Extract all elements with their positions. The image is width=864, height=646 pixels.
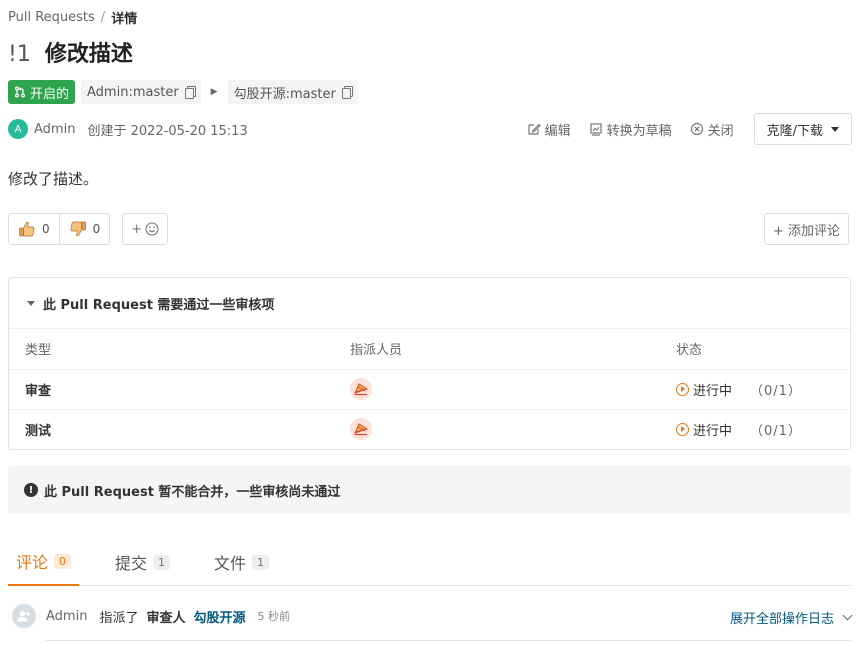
tab-count: 0 bbox=[54, 553, 72, 569]
reaction-group: 0 0 bbox=[8, 213, 111, 245]
pr-title: 修改描述 bbox=[44, 42, 133, 67]
pull-request-icon bbox=[15, 86, 25, 98]
timeline-target[interactable]: 勾股开源 bbox=[193, 607, 245, 626]
reactions: 0 0 + bbox=[8, 213, 169, 245]
pr-number: !1 bbox=[8, 42, 31, 67]
breadcrumb-separator: / bbox=[100, 10, 106, 25]
thumbs-up-count: 0 bbox=[42, 222, 50, 236]
tab-comments[interactable]: 评论 0 bbox=[8, 538, 80, 586]
review-status: 进行中 （0/1） bbox=[660, 409, 850, 449]
column-assignee: 指派人员 bbox=[334, 329, 660, 370]
collapse-icon[interactable] bbox=[27, 300, 35, 306]
add-emoji-plus: + bbox=[131, 221, 143, 237]
status-badge-label: 开启的 bbox=[30, 86, 70, 102]
expand-log-button[interactable]: 展开全部操作日志 bbox=[729, 608, 853, 627]
assignee-avatar-icon[interactable] bbox=[350, 378, 372, 400]
breadcrumb-pull-requests-link[interactable]: Pull Requests bbox=[8, 10, 95, 25]
review-assignee bbox=[334, 409, 660, 449]
close-circle-icon bbox=[690, 122, 703, 136]
author-name[interactable]: Admin bbox=[34, 122, 75, 137]
review-type: 测试 bbox=[25, 423, 52, 439]
timeline-action: 指派了 bbox=[99, 610, 139, 626]
review-table-header: 类型 指派人员 状态 bbox=[9, 329, 850, 370]
timeline-divider bbox=[46, 640, 851, 641]
target-branch-label: 勾股开源:master bbox=[233, 86, 336, 102]
table-row: 测试 进行中 （0/1） bbox=[9, 409, 850, 449]
column-status: 状态 bbox=[660, 329, 850, 370]
timeline-time: 5 秒前 bbox=[257, 610, 290, 623]
review-header[interactable]: 此 Pull Request 需要通过一些审核项 bbox=[9, 278, 850, 329]
expand-log-label: 展开全部操作日志 bbox=[729, 612, 834, 627]
edit-label: 编辑 bbox=[544, 123, 571, 139]
review-status-label: 进行中 bbox=[693, 383, 733, 399]
thumbs-up-icon bbox=[19, 221, 35, 237]
close-label: 关闭 bbox=[707, 123, 734, 139]
smiley-icon bbox=[145, 222, 159, 236]
exclamation-icon: ! bbox=[24, 483, 38, 497]
copy-icon[interactable] bbox=[184, 86, 196, 99]
thumbs-down-button[interactable]: 0 bbox=[58, 214, 110, 244]
edit-button[interactable]: 编辑 bbox=[527, 120, 571, 139]
breadcrumb: Pull Requests / 详情 bbox=[8, 8, 137, 27]
tab-label: 文件 bbox=[214, 554, 247, 573]
convert-to-draft-label: 转换为草稿 bbox=[606, 123, 672, 139]
copy-icon[interactable] bbox=[341, 86, 353, 99]
review-status-label: 进行中 bbox=[693, 423, 733, 439]
source-branch: Admin:master bbox=[81, 80, 201, 104]
target-branch: 勾股开源:master bbox=[227, 80, 358, 104]
review-progress-count: （0/1） bbox=[750, 383, 802, 399]
add-comment-button[interactable]: + 添加评论 bbox=[763, 213, 849, 245]
thumbs-down-icon bbox=[70, 221, 86, 237]
table-row: 审查 进行中 （0/1） bbox=[9, 369, 850, 410]
user-plus-icon bbox=[12, 604, 36, 628]
thumbs-up-button[interactable]: 0 bbox=[9, 214, 59, 244]
close-button[interactable]: 关闭 bbox=[690, 120, 734, 139]
tab-count: 1 bbox=[153, 554, 171, 570]
pr-meta: 开启的 Admin:master ▶ 勾股开源:master bbox=[8, 80, 358, 104]
pr-actions: 编辑 转换为草稿 关闭 克隆/下载 bbox=[527, 113, 852, 145]
avatar[interactable]: A bbox=[8, 119, 28, 139]
tab-commits[interactable]: 提交 1 bbox=[107, 538, 178, 586]
review-title: 此 Pull Request 需要通过一些审核项 bbox=[43, 297, 275, 313]
in-progress-icon bbox=[676, 422, 689, 436]
tab-label: 评论 bbox=[16, 553, 49, 572]
timeline-item: Admin 指派了 审查人 勾股开源 5 秒前 展开全部操作日志 bbox=[12, 604, 853, 628]
assignee-avatar-icon[interactable] bbox=[350, 418, 372, 441]
merge-warning: ! 此 Pull Request 暂不能合并，一些审核尚未通过 bbox=[8, 466, 851, 514]
tab-label: 提交 bbox=[115, 554, 148, 573]
review-status: 进行中 （0/1） bbox=[660, 369, 850, 410]
convert-to-draft-button[interactable]: 转换为草稿 bbox=[589, 120, 672, 139]
timeline-role: 审查人 bbox=[146, 610, 186, 626]
pr-tabs: 评论 0 提交 1 文件 1 bbox=[8, 538, 851, 586]
review-type: 审查 bbox=[9, 369, 334, 410]
tab-count: 1 bbox=[252, 554, 270, 570]
review-assignee bbox=[334, 369, 660, 410]
thumbs-down-count: 0 bbox=[92, 222, 101, 236]
chevron-down-icon bbox=[842, 610, 853, 621]
arrow-right-icon: ▶ bbox=[210, 87, 218, 97]
draft-icon bbox=[589, 123, 602, 136]
caret-down-icon bbox=[831, 126, 839, 132]
in-progress-icon bbox=[676, 382, 689, 396]
timeline-author[interactable]: Admin bbox=[46, 609, 87, 624]
merge-warning-text: 此 Pull Request 暂不能合并，一些审核尚未通过 bbox=[44, 484, 341, 500]
clone-download-label: 克隆/下载 bbox=[766, 123, 823, 139]
review-progress-count: （0/1） bbox=[750, 423, 802, 439]
page-title: !1 修改描述 bbox=[8, 36, 133, 68]
tab-files[interactable]: 文件 1 bbox=[206, 538, 277, 586]
status-badge: 开启的 bbox=[8, 80, 76, 104]
pr-description: 修改了描述。 bbox=[8, 170, 99, 188]
review-table: 类型 指派人员 状态 审查 进行中 （0/1） 测试 进行中 （0/1） bbox=[9, 329, 850, 449]
add-emoji-button[interactable]: + bbox=[122, 213, 169, 245]
source-branch-label: Admin:master bbox=[87, 84, 179, 100]
column-type: 类型 bbox=[9, 329, 334, 370]
author-info: A Admin 创建于 2022-05-20 15:13 bbox=[8, 119, 248, 139]
created-time: 创建于 2022-05-20 15:13 bbox=[87, 123, 248, 139]
breadcrumb-current: 详情 bbox=[111, 12, 138, 27]
clone-download-button[interactable]: 克隆/下载 bbox=[753, 113, 852, 145]
edit-icon bbox=[527, 123, 541, 135]
review-requirements: 此 Pull Request 需要通过一些审核项 类型 指派人员 状态 审查 进… bbox=[8, 277, 851, 450]
